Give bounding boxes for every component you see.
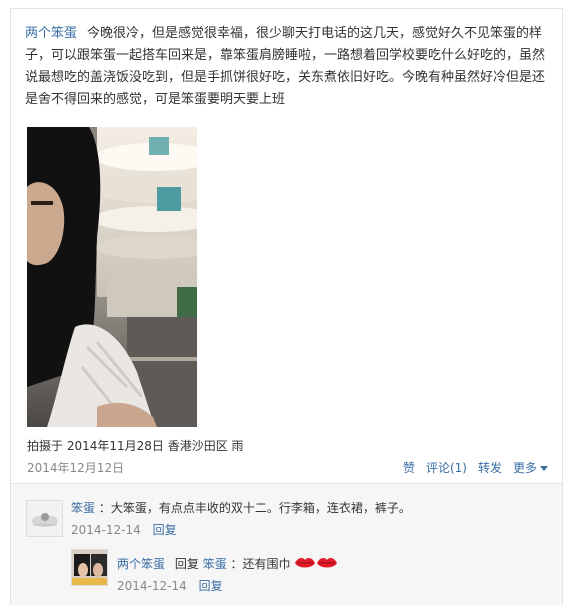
avatar[interactable] — [26, 500, 63, 537]
post-card: 两个笨蛋 今晚很冷，但是感觉很幸福，很少聊天打电话的这几天，感觉好久不见笨蛋的样子… — [10, 8, 563, 484]
post-date: 2014年12月12日 — [27, 461, 125, 475]
reply-button[interactable]: 回复 — [153, 523, 177, 537]
more-label: 更多 — [512, 461, 537, 475]
comment-date: 2014-12-14 — [71, 523, 141, 537]
reply-meta: 2014-12-14 回复 — [117, 577, 223, 594]
avatar[interactable] — [71, 549, 108, 586]
post-author-link[interactable]: 两个笨蛋 — [25, 26, 77, 41]
like-button[interactable]: 赞 — [403, 459, 415, 476]
lips-emoji-icon — [294, 556, 338, 573]
post-body: 两个笨蛋 今晚很冷，但是感觉很幸福，很少聊天打电话的这几天，感觉好久不见笨蛋的样子… — [25, 23, 553, 111]
comment-date: 2014-12-14 — [117, 579, 187, 593]
photo-meta: 拍摄于 2014年11月28日 香港沙田区 雨 — [27, 439, 244, 453]
comment-author[interactable]: 两个笨蛋 — [117, 557, 165, 571]
comment-text: ：还有围巾 — [230, 557, 291, 571]
reply-button[interactable]: 回复 — [199, 579, 223, 593]
reply-word: 回复 — [174, 557, 199, 571]
repost-button[interactable]: 转发 — [478, 459, 502, 476]
comment-author[interactable]: 笨蛋 — [71, 501, 95, 515]
post-photo[interactable] — [27, 127, 197, 427]
comments-section: 笨蛋 ：大笨蛋，有点点丰收的双十二。行李箱，连衣裙，裤子。 2014-12-14… — [10, 484, 563, 605]
selfie-mall-image — [27, 127, 197, 427]
avatar-image — [27, 501, 62, 536]
comment-text: ：大笨蛋，有点点丰收的双十二。行李箱，连衣裙，裤子。 — [98, 501, 411, 515]
comment-line: 笨蛋 ：大笨蛋，有点点丰收的双十二。行李箱，连衣裙，裤子。 — [71, 499, 411, 516]
reply-to-user[interactable]: 笨蛋 — [203, 557, 227, 571]
avatar-image — [72, 550, 107, 585]
comment-meta: 2014-12-14 回复 — [71, 521, 177, 538]
reply-line: 两个笨蛋 回复 笨蛋 ：还有围巾 — [117, 555, 338, 573]
chevron-down-icon — [540, 466, 548, 471]
post-actions: 赞 评论(1) 转发 更多 — [403, 459, 548, 476]
more-button[interactable]: 更多 — [513, 459, 548, 476]
post-text: 今晚很冷，但是感觉很幸福，很少聊天打电话的这几天，感觉好久不见笨蛋的样子，可以跟… — [25, 26, 546, 107]
comment-button[interactable]: 评论(1) — [426, 459, 467, 476]
